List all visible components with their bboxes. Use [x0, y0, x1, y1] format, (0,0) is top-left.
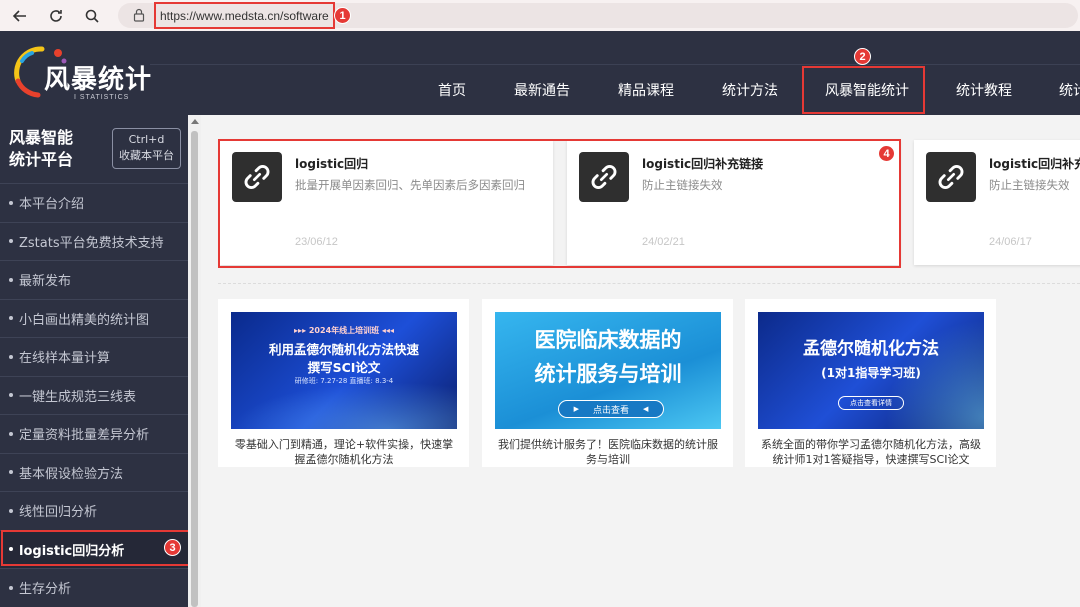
callout-badge-1: 1: [334, 7, 351, 24]
reload-button[interactable]: [38, 0, 74, 31]
nav-tutorials[interactable]: 统计教程: [956, 80, 1012, 100]
reload-icon: [50, 9, 62, 22]
main-content: logistic回归 批量开展单因素回归、先单因素后多因素回归 23/06/12…: [201, 115, 1080, 607]
sidebar-scrollbar[interactable]: [188, 115, 201, 607]
promo-banner[interactable]: ▸▸▸ 2024年线上培训班 ◂◂◂ 利用孟德尔随机化方法快速 撰写SCI论文 …: [231, 312, 457, 429]
bullet-icon: [9, 354, 13, 359]
link-card[interactable]: logistic回归补充链接 防止主链接失效 24/06/17: [914, 140, 1080, 265]
promo-caption[interactable]: 我们提供统计服务了！医院临床数据的统计服务与培训: [495, 437, 721, 467]
card-title[interactable]: logistic回归补充链接: [989, 155, 1080, 172]
search-button[interactable]: [74, 0, 110, 31]
site-header: 风暴统计 I STATISTICS 首页 最新通告 精品课程 统计方法 风暴智能…: [0, 31, 1080, 115]
promo-banner[interactable]: 孟德尔随机化方法 (1对1指导学习班) 点击查看详情: [758, 312, 984, 429]
sidebar-item-tech-support[interactable]: Zstats平台免费技术支持: [0, 221, 188, 261]
promo-banner[interactable]: 医院临床数据的 统计服务与培训 ▶ 点击查看 ◀: [495, 312, 721, 429]
banner-meta: 研修班: 7.27-28 直播班: 8.3-4: [294, 377, 394, 385]
banner-cta[interactable]: 点击查看详情: [838, 396, 904, 410]
bullet-icon: [9, 585, 13, 590]
promo-card[interactable]: 医院临床数据的 统计服务与培训 ▶ 点击查看 ◀ 我们提供统计服务了！医院临床数…: [482, 299, 733, 467]
logo-subtitle: I STATISTICS: [74, 94, 130, 101]
banner-subheading: ▸▸▸ 2024年线上培训班 ◂◂◂: [294, 326, 394, 335]
bookmark-button[interactable]: Ctrl+d 收藏本平台: [112, 128, 181, 169]
nav-home[interactable]: 首页: [438, 80, 466, 100]
banner-title-line2: 撰写SCI论文: [307, 360, 381, 375]
scroll-up-icon[interactable]: [191, 119, 199, 124]
callout-badge-3: 3: [164, 539, 181, 556]
promo-card[interactable]: ▸▸▸ 2024年线上培训班 ◂◂◂ 利用孟德尔随机化方法快速 撰写SCI论文 …: [218, 299, 469, 467]
bullet-icon: [9, 431, 13, 436]
sidebar-title: 风暴智能 统计平台: [9, 128, 74, 169]
callout-badge-4: 4: [878, 145, 895, 162]
callout-badge-2: 2: [854, 48, 871, 65]
promo-card[interactable]: 孟德尔随机化方法 (1对1指导学习班) 点击查看详情 系统全面的带你学习孟德尔随…: [745, 299, 996, 467]
back-button[interactable]: [2, 0, 38, 31]
sidebar-item-linear-regression[interactable]: 线性回归分析: [0, 491, 188, 530]
arrow-left-icon: [12, 9, 26, 22]
sidebar-highlight-box: [1, 530, 190, 566]
banner-title-line1: 利用孟德尔随机化方法快速: [268, 342, 419, 357]
sidebar-item-hypothesis[interactable]: 基本假设检验方法: [0, 452, 188, 492]
sidebar-item-intro[interactable]: 本平台介绍: [0, 183, 188, 222]
browser-toolbar: https://www.medsta.cn/software 1: [0, 0, 1080, 31]
nav-courses[interactable]: 精品课程: [618, 80, 674, 100]
nav-more[interactable]: 统计: [1059, 80, 1080, 100]
bullet-icon: [9, 470, 13, 475]
banner-glow: [231, 382, 457, 429]
bullet-icon: [9, 277, 13, 282]
nav-announcements[interactable]: 最新通告: [514, 80, 570, 100]
bullet-icon: [9, 508, 13, 513]
bullet-icon: [9, 200, 13, 205]
section-divider: [218, 283, 1080, 284]
sidebar-item-batch-diff[interactable]: 定量资料批量差异分析: [0, 414, 188, 453]
card-date: 24/06/17: [989, 236, 1032, 248]
banner-title-line2: 统计服务与培训: [534, 362, 682, 386]
promo-caption[interactable]: 系统全面的带你学习孟德尔随机化方法，高级统计师1对1答疑指导，快速撰写SCI论文: [758, 437, 984, 467]
url-text[interactable]: https://www.medsta.cn/software: [154, 2, 335, 29]
link-icon: [926, 152, 976, 202]
scroll-thumb[interactable]: [191, 131, 198, 607]
banner-cta[interactable]: ▶ 点击查看 ◀: [558, 400, 664, 418]
bullet-icon: [9, 393, 13, 398]
sidebar-item-sample-size[interactable]: 在线样本量计算: [0, 337, 188, 376]
header-divider: [150, 64, 1080, 65]
nav-methods[interactable]: 统计方法: [722, 80, 778, 100]
site-logo[interactable]: 风暴统计 I STATISTICS: [8, 41, 158, 101]
promo-caption[interactable]: 零基础入门到精通，理论+软件实操，快速掌握孟德尔随机化方法: [231, 437, 457, 467]
card-description: 防止主链接失效: [989, 178, 1070, 192]
nav-highlight-box: [802, 66, 925, 114]
banner-title-line1: 医院临床数据的: [534, 328, 682, 352]
logo-text: 风暴统计: [44, 65, 153, 95]
sidebar-item-latest[interactable]: 最新发布: [0, 260, 188, 299]
cards-highlight-box: [218, 139, 901, 268]
sidebar-item-survival[interactable]: 生存分析: [0, 568, 188, 607]
bullet-icon: [9, 316, 13, 321]
play-icon: ▶: [573, 405, 579, 413]
sidebar-item-three-line-table[interactable]: 一键生成规范三线表: [0, 375, 188, 415]
lock-icon: [133, 8, 145, 22]
banner-title-line2: (1对1指导学习班): [821, 366, 921, 380]
bullet-icon: [9, 239, 13, 244]
search-icon: [85, 9, 99, 23]
back-triangle-icon: ◀: [643, 405, 649, 413]
sidebar-item-charts[interactable]: 小白画出精美的统计图: [0, 298, 188, 338]
banner-title-line1: 孟德尔随机化方法: [803, 339, 939, 359]
address-bar[interactable]: https://www.medsta.cn/software: [118, 2, 1078, 29]
